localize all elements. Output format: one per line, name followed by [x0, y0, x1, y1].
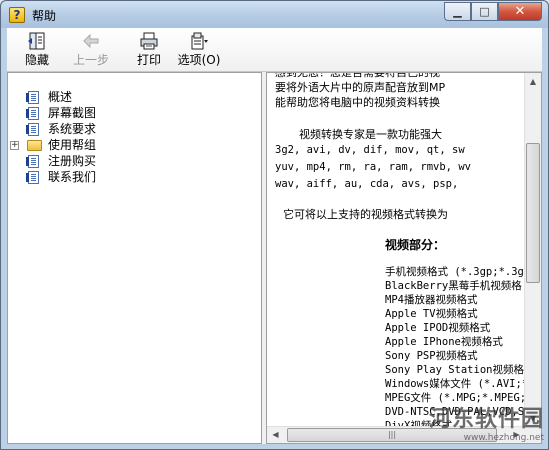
window-title: 帮助 — [32, 9, 57, 23]
vertical-scrollbar[interactable]: ▲ ▼ — [524, 73, 541, 427]
tree-item-label: 联系我们 — [48, 170, 97, 184]
list-item: BlackBerry黑莓手机视频格 — [385, 280, 522, 292]
tree-item-contact-us[interactable]: 联系我们 — [26, 169, 97, 185]
back-button[interactable]: 上一步 — [69, 32, 113, 70]
options-label: 选项(O) — [177, 53, 221, 67]
text-line: 能帮助您将电脑中的视频资料转换 — [275, 96, 440, 109]
tree-item-label: 系统要求 — [48, 122, 97, 136]
folder-icon — [27, 140, 42, 151]
intro-text: 视频转换专家是一款功能强大 — [299, 128, 442, 141]
help-toolbar: 隐藏 上一步 打印 选项(O) — [7, 28, 542, 72]
list-item: Apple TV视频格式 — [385, 308, 478, 320]
tree-item-usage-help[interactable]: + 使用帮组 — [10, 137, 97, 153]
convert-to-text: 它可将以上支持的视频格式转换为 — [283, 208, 448, 221]
expand-plus-icon[interactable]: + — [10, 141, 19, 150]
document-icon — [26, 91, 39, 104]
tree-item-label: 注册购买 — [48, 154, 97, 168]
vertical-scroll-thumb[interactable] — [526, 143, 540, 283]
topic-pane[interactable]: 感到无态！您是否需要将自己的视 要将外语大片中的原声配音放到MP 能帮助您将电脑… — [266, 72, 542, 444]
hide-label: 隐藏 — [24, 53, 49, 67]
list-item: Sony PSP视频格式 — [385, 350, 478, 362]
topic-content: 感到无态！您是否需要将自己的视 要将外语大片中的原声配音放到MP 能帮助您将电脑… — [275, 72, 537, 433]
scroll-left-icon[interactable]: ◀ — [267, 427, 284, 443]
formats-line: wav, aiff, au, cda, avs, psp, — [275, 178, 459, 190]
scroll-up-icon[interactable]: ▲ — [525, 73, 541, 90]
list-item: Apple IPhone视频格式 — [385, 336, 503, 348]
list-item: MP4播放器视频格式 — [385, 294, 478, 306]
tree-item-register-purchase[interactable]: 注册购买 — [26, 153, 97, 169]
tree-item-label: 概述 — [48, 90, 73, 104]
document-icon — [26, 155, 39, 168]
tree-item-screenshots[interactable]: 屏幕截图 — [26, 105, 97, 121]
tree-item-label: 屏幕截图 — [48, 106, 97, 120]
title-bar[interactable]: ? 帮助 ▁ □ ✕ — [1, 1, 548, 28]
text-line: 要将外语大片中的原声配音放到MP — [275, 81, 446, 94]
printer-icon — [140, 32, 158, 50]
list-item: MPEG文件 (*.MPG;*.MPEG;*. — [385, 392, 537, 404]
list-item: Windows媒体文件 (*.AVI;*. — [385, 378, 535, 390]
hide-pane-icon — [28, 32, 45, 50]
section-title-text: 视频部分： — [385, 238, 446, 252]
print-button[interactable]: 打印 — [131, 32, 167, 70]
help-window: ? 帮助 ▁ □ ✕ 隐藏 上一步 打印 选项(O) 概述 屏幕截图 系统要求 … — [0, 0, 549, 450]
watermark: 河东软件园 www.hezhong.net — [424, 407, 544, 447]
close-button[interactable]: ✕ — [498, 2, 542, 21]
tree-item-overview[interactable]: 概述 — [26, 89, 96, 105]
list-item: Apple IPOD视频格式 — [385, 322, 491, 334]
list-item: 手机视频格式 (*.3gp;*.3g — [385, 266, 524, 278]
document-icon — [26, 107, 39, 120]
text-line: 感到无态！您是否需要将自己的视 — [275, 72, 440, 79]
maximize-button[interactable]: □ — [471, 2, 498, 21]
caption-buttons: ▁ □ ✕ — [444, 2, 542, 21]
document-icon — [26, 171, 39, 184]
minimize-button[interactable]: ▁ — [444, 2, 471, 21]
list-item: Sony Play Station视频格式 — [385, 364, 535, 376]
help-question-icon: ? — [9, 7, 25, 23]
contents-tree: 概述 屏幕截图 系统要求 + 使用帮组 注册购买 联系我们 — [10, 89, 97, 185]
watermark-url: www.hezhong.net — [463, 433, 544, 443]
tree-item-label: 使用帮组 — [48, 138, 97, 152]
print-label: 打印 — [136, 53, 161, 67]
back-label: 上一步 — [72, 53, 109, 67]
contents-pane[interactable]: 概述 屏幕截图 系统要求 + 使用帮组 注册购买 联系我们 — [7, 72, 262, 444]
watermark-name: 河东软件园 — [428, 407, 544, 432]
back-arrow-icon — [83, 33, 99, 49]
options-dropdown-icon — [191, 32, 208, 50]
formats-line: yuv, mp4, rm, ra, ram, rmvb, wv — [275, 161, 471, 173]
hide-button[interactable]: 隐藏 — [19, 32, 55, 70]
video-section-title: 视频部分： — [275, 238, 537, 253]
formats-line: 3g2, avi, dv, dif, mov, qt, sw — [275, 144, 465, 156]
document-icon — [26, 123, 39, 136]
options-button[interactable]: 选项(O) — [175, 32, 223, 70]
tree-item-system-requirements[interactable]: 系统要求 — [26, 121, 97, 137]
